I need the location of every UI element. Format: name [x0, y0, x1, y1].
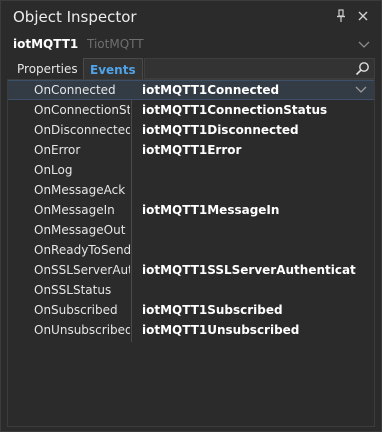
event-name: OnMessageIn — [34, 203, 115, 217]
event-handler[interactable]: iotMQTT1MessageIn — [142, 203, 356, 217]
event-name: OnError — [34, 143, 81, 157]
tab-properties[interactable]: Properties — [11, 58, 84, 80]
event-handler[interactable]: iotMQTT1Disconnected — [142, 123, 356, 137]
event-name: OnSubscribed — [34, 303, 118, 317]
event-row[interactable]: OnConnectionStat iotMQTT1ConnectionStatu… — [8, 100, 374, 120]
event-row[interactable]: OnMessageIn iotMQTT1MessageIn — [8, 200, 374, 220]
pin-icon[interactable] — [335, 9, 347, 23]
object-inspector-panel: Object Inspector iotMQTT1 TiotMQTT Prope… — [0, 0, 382, 432]
search-box — [144, 58, 375, 79]
event-name: OnConnected — [34, 83, 116, 97]
event-name: OnUnsubscribed — [34, 323, 130, 337]
event-handler[interactable]: iotMQTT1Connected — [142, 83, 356, 97]
event-name: OnReadyToSend — [34, 243, 130, 257]
chevron-down-icon[interactable] — [354, 84, 368, 96]
component-selector[interactable]: iotMQTT1 TiotMQTT — [7, 33, 375, 55]
event-handler[interactable]: iotMQTT1SSLServerAuthentication — [142, 263, 356, 277]
event-row[interactable]: OnReadyToSend — [8, 240, 374, 260]
component-type: TiotMQTT — [87, 37, 144, 51]
event-handler[interactable]: iotMQTT1Unsubscribed — [142, 323, 356, 337]
component-name: iotMQTT1 — [13, 37, 79, 51]
tab-events[interactable]: Events — [83, 58, 143, 80]
event-row[interactable]: OnMessageOut — [8, 220, 374, 240]
tabs-row: Properties Events — [7, 58, 375, 80]
event-handler[interactable]: iotMQTT1Subscribed — [142, 303, 356, 317]
event-name: OnSSLStatus — [34, 283, 112, 297]
event-row[interactable]: OnDisconnected iotMQTT1Disconnected — [8, 120, 374, 140]
event-name: OnSSLServerAuthe — [34, 263, 130, 277]
search-icon[interactable] — [355, 61, 370, 76]
event-name: OnMessageAck — [34, 183, 126, 197]
event-row[interactable]: OnUnsubscribed iotMQTT1Unsubscribed — [8, 320, 374, 340]
window-title: Object Inspector — [13, 8, 137, 26]
event-row[interactable]: OnLog — [8, 160, 374, 180]
event-row[interactable]: OnSSLServerAuthe iotMQTT1SSLServerAuthen… — [8, 260, 374, 280]
event-row[interactable]: OnSSLStatus — [8, 280, 374, 300]
event-name: OnConnectionStat — [34, 103, 130, 117]
event-name: OnMessageOut — [34, 223, 126, 237]
event-handler[interactable]: iotMQTT1Error — [142, 143, 356, 157]
event-handler[interactable]: iotMQTT1ConnectionStatus — [142, 103, 356, 117]
event-name: OnLog — [34, 163, 73, 177]
event-row[interactable]: OnError iotMQTT1Error — [8, 140, 374, 160]
event-row[interactable]: OnConnected iotMQTT1Connected — [8, 80, 374, 100]
event-name: OnDisconnected — [34, 123, 130, 137]
events-grid: OnConnected iotMQTT1Connected OnConnecti… — [7, 79, 375, 427]
event-row[interactable]: OnMessageAck — [8, 180, 374, 200]
chevron-down-icon[interactable] — [357, 37, 371, 51]
close-icon[interactable] — [357, 9, 369, 23]
event-row[interactable]: OnSubscribed iotMQTT1Subscribed — [8, 300, 374, 320]
title-bar: Object Inspector — [1, 1, 381, 33]
search-input[interactable] — [145, 59, 357, 78]
